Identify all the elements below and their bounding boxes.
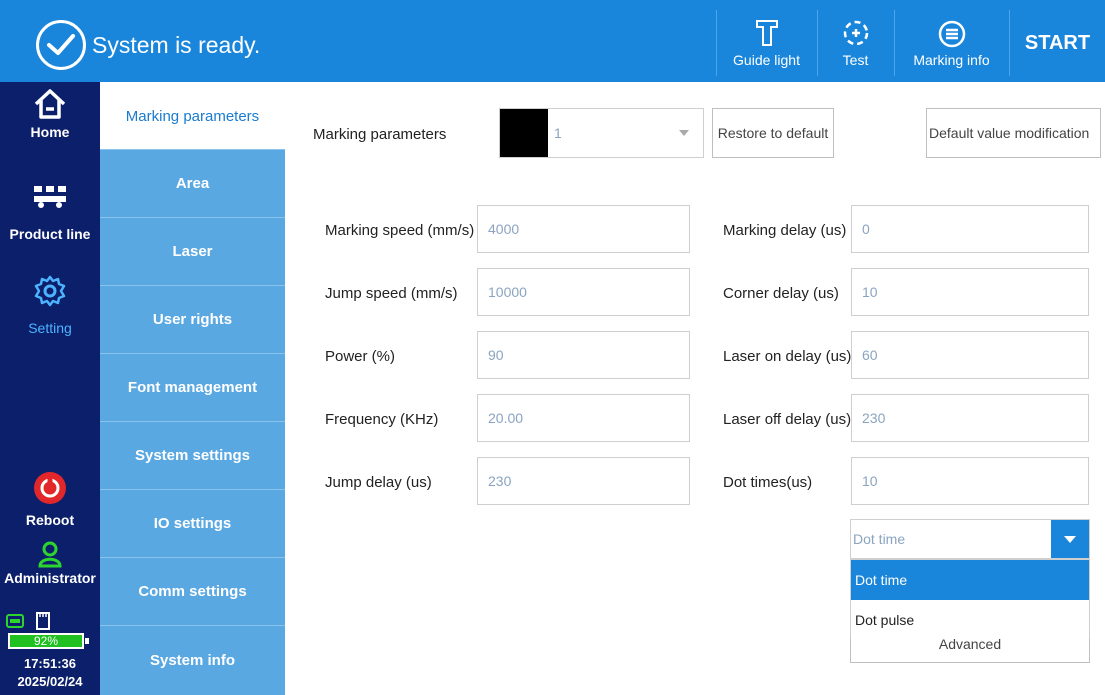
test-icon	[843, 20, 868, 46]
reboot-icon	[34, 472, 66, 504]
laser-on-delay-input[interactable]: 60	[851, 331, 1089, 379]
nav-item-setting[interactable]: Setting	[0, 274, 100, 336]
marking-info-button[interactable]: Marking info	[894, 10, 1008, 76]
frequency-input[interactable]: 20.00	[477, 394, 690, 442]
dot-mode-options: Dot time Dot pulse	[850, 559, 1090, 641]
field-label: Marking speed (mm/s)	[325, 222, 475, 239]
reboot-button[interactable]: Reboot	[0, 470, 100, 528]
home-icon	[34, 89, 66, 119]
field-label: Frequency (KHz)	[325, 411, 439, 428]
submenu-marking-parameters[interactable]: Marking parameters	[100, 82, 285, 150]
marking-speed-input[interactable]: 4000	[477, 205, 690, 253]
nav-item-home[interactable]: Home	[0, 88, 100, 140]
field-label: Laser on delay (us)	[723, 348, 852, 365]
test-button[interactable]: Test	[817, 10, 893, 76]
device-indicators	[6, 612, 50, 630]
laser-off-delay-input[interactable]: 230	[851, 394, 1089, 442]
clock-time: 17:51:36	[23, 656, 77, 671]
battery-tip	[85, 638, 89, 644]
user-account[interactable]: Administrator	[0, 540, 100, 586]
guide-light-icon	[755, 20, 778, 46]
gear-icon	[34, 275, 66, 307]
submenu-font-management[interactable]: Font management	[100, 354, 285, 422]
field-label: Power (%)	[325, 348, 396, 365]
top-bar: System is ready. Guide light Test Markin…	[0, 0, 1105, 82]
params-select[interactable]: 1	[499, 108, 704, 158]
product-line-icon	[34, 186, 66, 208]
nav-item-product-line[interactable]: Product line	[0, 184, 100, 242]
start-button[interactable]: START	[1009, 10, 1105, 76]
submenu-io-settings[interactable]: IO settings	[100, 490, 285, 558]
main-nav: Home Product line Setting Reboot Adminis…	[0, 82, 100, 695]
clock-date: 2025/02/24	[17, 674, 83, 689]
system-status: System is ready.	[36, 20, 260, 70]
dot-times-input[interactable]: 10	[851, 457, 1089, 505]
battery-indicator: 92%	[8, 633, 84, 649]
guide-light-button[interactable]: Guide light	[716, 10, 816, 76]
chevron-down-icon	[665, 109, 703, 157]
field-label: Jump delay (us)	[325, 474, 432, 491]
main-content: Marking parameters 1 Restore to default …	[285, 82, 1105, 695]
jump-delay-input[interactable]: 230	[477, 457, 690, 505]
params-label: Marking parameters	[313, 126, 447, 143]
submenu-system-settings[interactable]: System settings	[100, 422, 285, 490]
marking-info-icon	[938, 20, 965, 48]
field-label: Corner delay (us)	[723, 285, 839, 302]
default-value-modification-button[interactable]: Default value modification	[926, 108, 1101, 158]
settings-submenu: Marking parameters Area Laser User right…	[100, 82, 285, 695]
chevron-down-icon	[1051, 520, 1089, 558]
field-label: Dot times(us)	[723, 474, 813, 491]
redacted-block	[500, 109, 548, 157]
submenu-system-info[interactable]: System info	[100, 626, 285, 694]
submenu-laser[interactable]: Laser	[100, 218, 285, 286]
field-label: Laser off delay (us)	[723, 411, 852, 428]
sd-card-icon	[36, 612, 50, 630]
power-input[interactable]: 90	[477, 331, 690, 379]
corner-delay-input[interactable]: 10	[851, 268, 1089, 316]
field-label: Jump speed (mm/s)	[325, 285, 458, 302]
advanced-button[interactable]: Advanced	[850, 639, 1090, 663]
dot-mode-option[interactable]: Dot pulse	[851, 600, 1089, 640]
marking-delay-input[interactable]: 0	[851, 205, 1089, 253]
clock: 17:51:36 2025/02/24	[0, 655, 100, 691]
submenu-user-rights[interactable]: User rights	[100, 286, 285, 354]
check-circle-icon	[36, 20, 86, 70]
dot-mode-option[interactable]: Dot time	[851, 560, 1089, 600]
jump-speed-input[interactable]: 10000	[477, 268, 690, 316]
user-icon	[38, 541, 62, 568]
usb-icon	[6, 614, 24, 628]
field-label: Marking delay (us)	[723, 222, 847, 239]
submenu-comm-settings[interactable]: Comm settings	[100, 558, 285, 626]
restore-default-button[interactable]: Restore to default	[712, 108, 834, 158]
submenu-area[interactable]: Area	[100, 150, 285, 218]
status-text: System is ready.	[92, 31, 261, 58]
dot-mode-select[interactable]: Dot time	[850, 519, 1090, 559]
